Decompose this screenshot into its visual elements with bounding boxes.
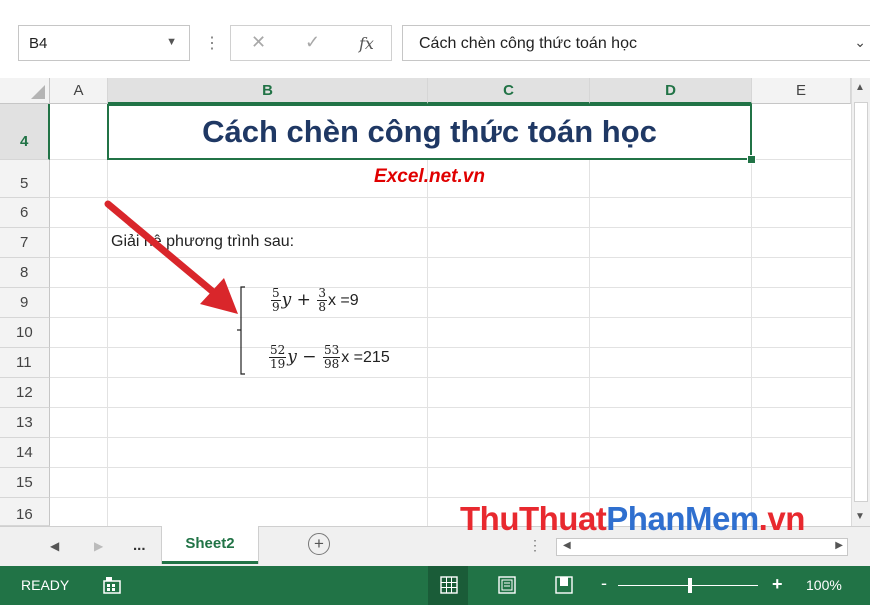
scrollbar-thumb[interactable] — [854, 102, 868, 502]
fraction: 38 — [317, 286, 327, 314]
horizontal-scrollbar[interactable]: ◀ ▶ — [556, 538, 848, 556]
zoom-in-button[interactable]: + — [772, 574, 783, 595]
zoom-level[interactable]: 100% — [806, 577, 842, 593]
macro-record-icon[interactable] — [102, 575, 122, 595]
scroll-up-icon[interactable]: ▲ — [855, 82, 865, 93]
row-header-16[interactable]: 16 — [0, 498, 50, 526]
fraction: 53 98 — [322, 343, 341, 371]
column-header-c[interactable]: C — [428, 78, 590, 104]
row-header-13[interactable]: 13 — [0, 408, 50, 438]
site-subtitle: Excel.net.vn — [374, 166, 485, 187]
row-header-6[interactable]: 6 — [0, 198, 50, 228]
name-box-dropdown-icon[interactable]: ▼ — [166, 36, 177, 48]
row-header-15[interactable]: 15 — [0, 468, 50, 498]
row-header-10[interactable]: 10 — [0, 318, 50, 348]
row-header-5[interactable]: 5 — [0, 160, 50, 198]
expand-formula-bar-icon[interactable]: ⌄ — [854, 34, 866, 51]
row-header-12[interactable]: 12 — [0, 378, 50, 408]
vertical-scrollbar[interactable]: ▲ ▼ — [851, 78, 870, 526]
watermark: ThuThuatPhanMem.vn — [460, 500, 805, 537]
tab-split-grip-icon[interactable]: ⋮ — [528, 537, 542, 554]
name-box-value: B4 — [29, 35, 48, 52]
tab-sheet2[interactable]: Sheet2 — [162, 526, 258, 564]
column-header-e[interactable]: E — [752, 78, 851, 104]
zoom-slider-thumb[interactable] — [688, 578, 692, 593]
scroll-right-icon[interactable]: ▶ — [835, 540, 843, 551]
formula-input[interactable]: Cách chèn công thức toán học ⌄ — [402, 25, 870, 61]
cancel-icon[interactable]: ✕ — [251, 32, 266, 53]
row-header-7[interactable]: 7 — [0, 228, 50, 258]
page-break-preview-icon[interactable] — [555, 576, 573, 594]
scroll-down-icon[interactable]: ▼ — [855, 511, 865, 522]
column-header-a[interactable]: A — [50, 78, 108, 104]
row-header-9[interactable]: 9 — [0, 288, 50, 318]
fraction: 59 — [271, 286, 281, 314]
enter-icon[interactable]: ✓ — [305, 32, 320, 53]
more-sheets[interactable]: ... — [133, 537, 146, 554]
select-all-corner[interactable] — [0, 78, 50, 104]
normal-view-icon[interactable] — [440, 576, 458, 594]
row-header-11[interactable]: 11 — [0, 348, 50, 378]
formula-buttons: ✕ ✓ fx — [230, 25, 392, 61]
row-header-8[interactable]: 8 — [0, 258, 50, 288]
fraction: 52 19 — [269, 343, 287, 371]
equation-1[interactable]: 59y + 38x =9 — [270, 287, 359, 314]
gridline — [50, 437, 851, 438]
column-header-d[interactable]: D — [590, 78, 752, 104]
formula-content: Cách chèn công thức toán học — [419, 35, 637, 52]
equation-2[interactable]: 52 19 y − 53 98 x =215 — [268, 344, 390, 371]
arrow-icon — [104, 200, 238, 314]
formula-bar-grip-icon: ⋮ — [204, 35, 220, 52]
insert-function-icon[interactable]: fx — [359, 34, 374, 53]
gridline — [50, 377, 851, 378]
status-mode: READY — [21, 577, 70, 593]
gridline — [50, 407, 851, 408]
formula-bar-area: B4 ▼ ⋮ ✕ ✓ fx Cách chèn công thức toán h… — [0, 0, 870, 79]
zoom-out-button[interactable]: - — [601, 573, 607, 594]
sheet-title: Cách chèn công thức toán học — [202, 114, 657, 149]
prev-sheet-icon[interactable]: ◀ — [50, 539, 59, 553]
name-box[interactable]: B4 ▼ — [18, 25, 190, 61]
next-sheet-icon[interactable]: ▶ — [94, 539, 103, 553]
add-sheet-button[interactable]: + — [308, 533, 330, 555]
row-header-14[interactable]: 14 — [0, 438, 50, 468]
row-header-4[interactable]: 4 — [0, 104, 50, 160]
gridline — [50, 497, 851, 498]
gridline — [50, 347, 851, 348]
gridline — [50, 467, 851, 468]
status-bar: READY - + 100% — [0, 566, 870, 605]
scroll-left-icon[interactable]: ◀ — [563, 540, 571, 551]
fill-handle[interactable] — [747, 155, 756, 164]
column-header-b[interactable]: B — [108, 78, 428, 104]
selected-cell-b4[interactable]: Cách chèn công thức toán học — [107, 104, 752, 160]
page-layout-icon[interactable] — [498, 576, 516, 594]
